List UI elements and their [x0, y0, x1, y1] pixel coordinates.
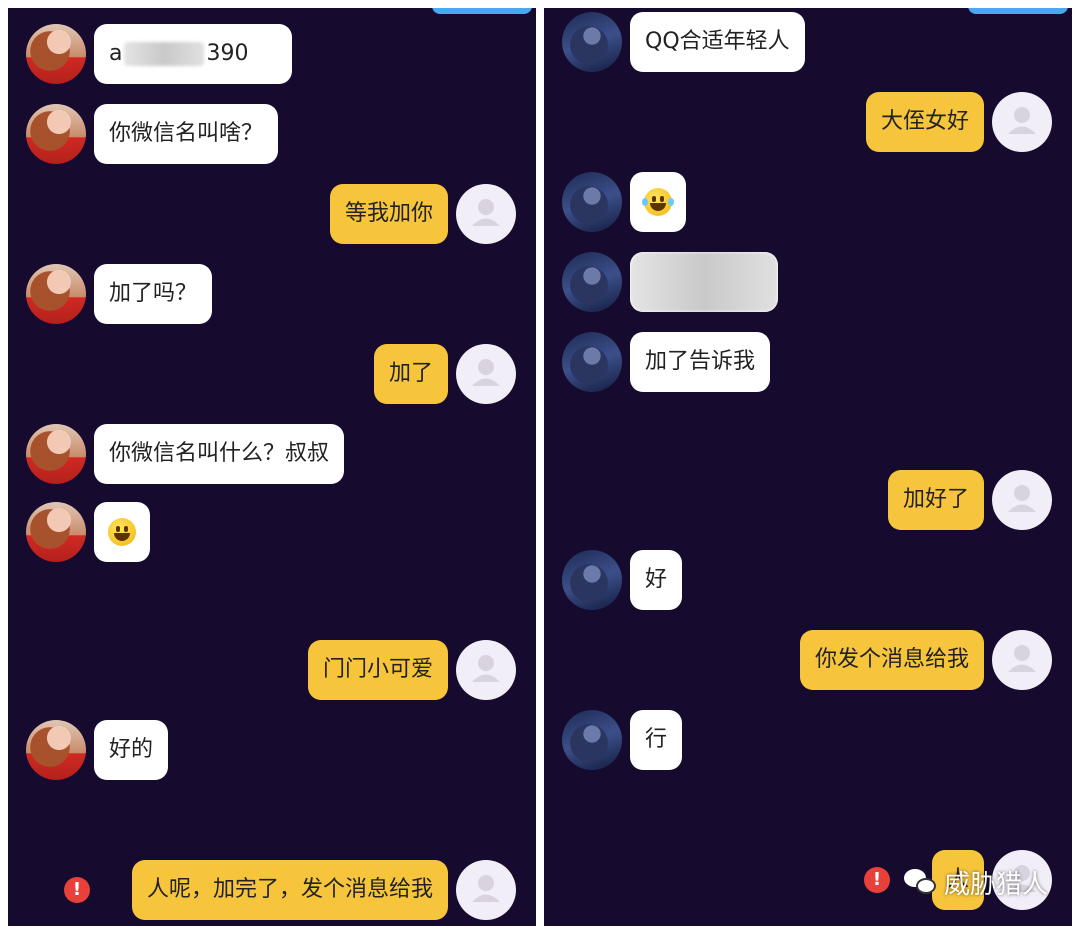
- user-avatar-icon[interactable]: [992, 470, 1052, 530]
- message-bubble[interactable]: 加了告诉我: [630, 332, 771, 392]
- message-bubble[interactable]: [630, 252, 778, 312]
- message-bubble[interactable]: 大侄女好: [865, 92, 984, 152]
- message-bubble[interactable]: 加了: [373, 344, 448, 404]
- user-avatar-icon[interactable]: [456, 860, 516, 920]
- user-avatar-icon[interactable]: [456, 184, 516, 244]
- user-avatar-icon[interactable]: [992, 630, 1052, 690]
- contact-avatar[interactable]: [26, 424, 86, 484]
- message-bubble[interactable]: 加好了: [887, 470, 984, 530]
- contact-avatar[interactable]: [562, 332, 622, 392]
- message-row: a 390: [8, 22, 536, 86]
- message-row: [544, 170, 1072, 234]
- message-bubble[interactable]: 你微信名叫什么？叔叔: [94, 424, 345, 484]
- user-avatar-icon[interactable]: [456, 344, 516, 404]
- message-bubble[interactable]: 加了吗？: [94, 264, 213, 324]
- message-bubble[interactable]: 门门小可爱: [307, 640, 448, 700]
- contact-avatar[interactable]: [562, 550, 622, 610]
- message-row: 大侄女好: [544, 90, 1072, 154]
- message-row: 等我加你: [8, 182, 536, 246]
- message-bubble[interactable]: a 390: [94, 24, 292, 84]
- message-row: 你微信名叫啥？: [8, 102, 536, 166]
- left-chat-panel: a 390 你微信名叫啥？ 等我加你 加了吗？ 加了 你微信名叫什么？叔叔 门门…: [8, 8, 536, 926]
- contact-avatar[interactable]: [562, 710, 622, 770]
- watermark-text: 威胁猎人: [944, 869, 1049, 900]
- message-row: 你微信名叫什么？叔叔: [8, 422, 536, 486]
- right-chat-panel: QQ合适年轻人 大侄女好 加了告诉我 加好了 好 你发个消息给我 行 ! 人: [544, 8, 1072, 926]
- message-bubble[interactable]: [94, 502, 150, 562]
- message-bubble[interactable]: 等我加你: [329, 184, 448, 244]
- message-bubble[interactable]: 你微信名叫啥？: [94, 104, 279, 164]
- message-row: 门门小可爱: [8, 638, 536, 702]
- message-row: QQ合适年轻人: [544, 10, 1072, 74]
- user-avatar-icon[interactable]: [456, 640, 516, 700]
- message-row: 好的: [8, 718, 536, 782]
- contact-avatar[interactable]: [26, 104, 86, 164]
- user-avatar-icon[interactable]: [992, 92, 1052, 152]
- contact-avatar[interactable]: [26, 24, 86, 84]
- grinning-face-icon: [108, 518, 136, 546]
- message-row: 加好了: [544, 468, 1072, 532]
- message-text-prefix: a: [109, 41, 123, 66]
- message-row: 好: [544, 548, 1072, 612]
- watermark: 威胁猎人: [904, 862, 1048, 902]
- blurred-message-content: [630, 252, 778, 312]
- message-bubble[interactable]: [630, 172, 686, 232]
- message-row: [544, 250, 1072, 314]
- message-row: ! 人呢，加完了，发个消息给我: [8, 858, 536, 922]
- message-row: 行: [544, 708, 1072, 772]
- message-text-suffix: 390: [206, 41, 249, 66]
- message-row: 你发个消息给我: [544, 628, 1072, 692]
- send-failed-icon[interactable]: !: [864, 867, 890, 893]
- message-row: 加了告诉我: [544, 330, 1072, 394]
- contact-avatar[interactable]: [562, 172, 622, 232]
- top-bar-fragment: [432, 8, 532, 14]
- contact-avatar[interactable]: [562, 252, 622, 312]
- message-bubble[interactable]: 好: [630, 550, 683, 610]
- contact-avatar[interactable]: [26, 502, 86, 562]
- message-bubble[interactable]: QQ合适年轻人: [630, 12, 805, 72]
- message-bubble[interactable]: 你发个消息给我: [799, 630, 984, 690]
- message-row: [8, 500, 536, 564]
- contact-avatar[interactable]: [26, 720, 86, 780]
- message-bubble[interactable]: 行: [630, 710, 683, 770]
- send-failed-icon[interactable]: !: [64, 877, 90, 903]
- contact-avatar[interactable]: [562, 12, 622, 72]
- blurred-id-region: [124, 42, 205, 66]
- wechat-icon: [904, 867, 938, 897]
- message-bubble[interactable]: 人呢，加完了，发个消息给我: [131, 860, 448, 920]
- message-row: 加了吗？: [8, 262, 536, 326]
- message-row: 加了: [8, 342, 536, 406]
- message-bubble[interactable]: 好的: [94, 720, 169, 780]
- contact-avatar[interactable]: [26, 264, 86, 324]
- face-with-tears-of-joy-icon: [642, 188, 674, 216]
